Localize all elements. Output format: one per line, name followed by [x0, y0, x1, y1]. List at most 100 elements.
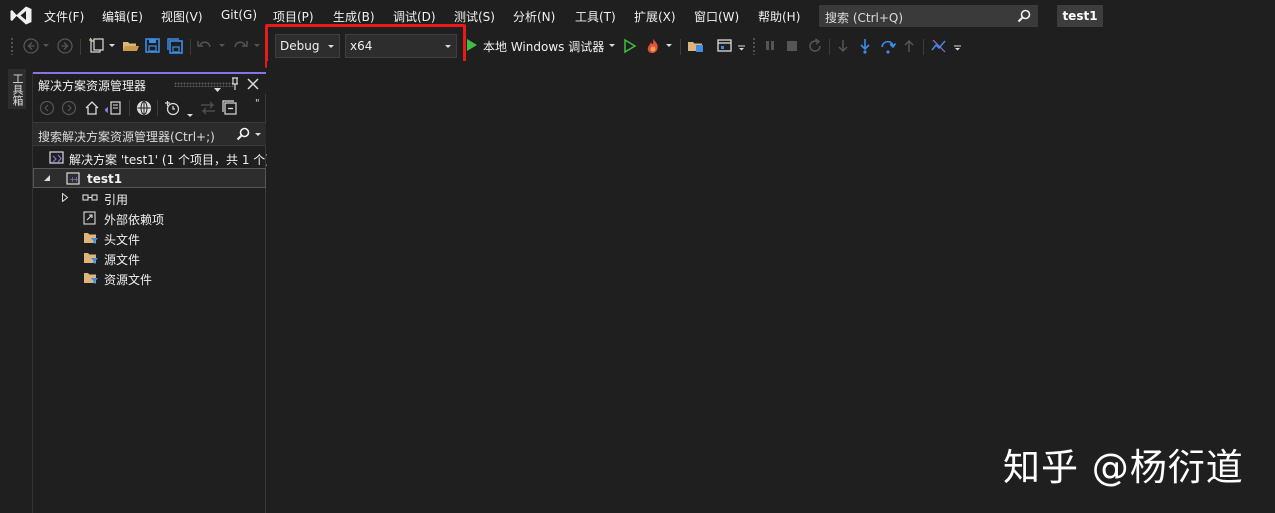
tree-item-resource-files[interactable]: 资源文件: [33, 268, 266, 288]
toolbar-grip[interactable]: [752, 37, 756, 55]
solution-explorer-toolbar: ": [33, 94, 266, 122]
solution-explorer-panel: 解决方案资源管理器 " 搜索解决方案资源管理器(Ctrl+;) 解决方案 'te…: [32, 72, 270, 513]
menu-edit[interactable]: 编辑(E): [102, 8, 143, 24]
menu-file[interactable]: 文件(F): [44, 8, 84, 24]
new-project-icon[interactable]: [88, 37, 106, 55]
chevron-down-icon: [445, 45, 451, 48]
menu-debug[interactable]: 调试(D): [393, 8, 436, 24]
pin-icon[interactable]: [230, 77, 240, 94]
show-next-statement-icon[interactable]: [836, 37, 850, 55]
menu-window[interactable]: 窗口(W): [694, 8, 739, 24]
solution-icon: [49, 151, 64, 164]
stop-icon[interactable]: [784, 37, 800, 55]
navigate-forward-icon[interactable]: [56, 37, 74, 55]
chevron-down-icon[interactable]: [219, 44, 225, 62]
tree-item-source-files[interactable]: 源文件: [33, 248, 266, 268]
chevron-down-icon[interactable]: [666, 44, 672, 62]
diagnostic-tools-icon[interactable]: [930, 37, 948, 55]
solution-name-badge[interactable]: test1: [1057, 5, 1103, 27]
menu-git[interactable]: Git(G): [221, 8, 257, 24]
start-debugging-icon[interactable]: [465, 37, 479, 55]
filter-folder-icon: [84, 273, 98, 284]
solution-platform-select[interactable]: x64: [345, 34, 457, 58]
chevron-down-icon[interactable]: [109, 44, 115, 62]
forward-icon[interactable]: [61, 100, 77, 119]
pending-changes-filter-icon[interactable]: [164, 100, 180, 119]
filter-folder-icon: [84, 233, 98, 244]
visual-studio-logo-icon[interactable]: [10, 6, 32, 25]
chevron-down-icon[interactable]: [187, 107, 193, 121]
chevron-down-icon[interactable]: [609, 44, 615, 62]
tree-item-references[interactable]: 引用: [33, 188, 266, 208]
svg-text:+: +: [73, 175, 80, 184]
external-dependencies-icon: [83, 211, 96, 225]
back-icon[interactable]: [39, 100, 55, 119]
save-icon[interactable]: [144, 37, 162, 55]
start-without-debugging-icon[interactable]: [622, 37, 638, 55]
global-search-placeholder: 搜索 (Ctrl+Q): [825, 11, 904, 25]
close-icon[interactable]: [247, 78, 259, 93]
menu-help[interactable]: 帮助(H): [758, 8, 800, 24]
toolbar-separator: [680, 39, 681, 55]
collapse-all-icon[interactable]: [222, 100, 238, 119]
watermark-text: 知乎 @杨衍道: [1003, 446, 1244, 489]
menu-extensions[interactable]: 扩展(X): [634, 8, 676, 24]
solution-label: 解决方案 'test1' (1 个项目，共 1 个): [69, 153, 270, 167]
standard-toolbar: Debug x64: [0, 31, 1275, 61]
filter-folder-icon: [84, 253, 98, 264]
tree-item-solution[interactable]: 解决方案 'test1' (1 个项目，共 1 个): [33, 148, 270, 168]
project-label: test1: [87, 172, 123, 186]
toolbar-grip[interactable]: [10, 37, 14, 55]
global-search-input[interactable]: 搜索 (Ctrl+Q): [819, 5, 1038, 27]
menu-test[interactable]: 测试(S): [454, 8, 495, 24]
solution-explorer-titlebar[interactable]: 解决方案资源管理器: [33, 72, 266, 94]
step-out-icon[interactable]: [902, 37, 916, 55]
home-icon[interactable]: [84, 100, 100, 119]
solution-explorer-title: 解决方案资源管理器: [38, 79, 147, 93]
sync-with-active-document-icon[interactable]: [199, 100, 217, 119]
navigate-back-icon[interactable]: [22, 37, 40, 55]
tree-item-external-dependencies[interactable]: 外部依赖项: [33, 208, 266, 228]
undo-icon[interactable]: [196, 37, 214, 55]
solution-explorer-search-input[interactable]: 搜索解决方案资源管理器(Ctrl+;): [33, 122, 266, 146]
left-dock-strip: 工具箱: [0, 61, 32, 513]
menu-project[interactable]: 项目(P): [273, 8, 314, 24]
search-icon[interactable]: [236, 127, 250, 141]
menu-tools[interactable]: 工具(T): [575, 8, 616, 24]
menu-analyze[interactable]: 分析(N): [513, 8, 555, 24]
tree-item-header-files[interactable]: 头文件: [33, 228, 266, 248]
restart-icon[interactable]: [806, 37, 824, 55]
hot-reload-icon[interactable]: [644, 37, 662, 55]
more-options-icon[interactable]: ": [255, 98, 260, 109]
solution-platform-value: x64: [350, 39, 373, 53]
titlebar-grip: [174, 82, 234, 87]
menu-build[interactable]: 生成(B): [333, 8, 375, 24]
pause-icon[interactable]: [762, 37, 778, 55]
expanded-triangle-icon[interactable]: [44, 175, 51, 182]
chevron-down-icon[interactable]: [254, 44, 260, 62]
cpp-project-icon: + +: [66, 172, 80, 185]
references-icon: [82, 194, 98, 201]
menu-view[interactable]: 视图(V): [161, 8, 203, 24]
open-folder-icon[interactable]: [122, 37, 140, 55]
tree-item-project[interactable]: + + test1: [33, 168, 266, 188]
step-over-icon[interactable]: [879, 37, 897, 55]
toolbar-separator: [129, 100, 130, 116]
references-label: 引用: [104, 193, 129, 207]
web-globe-icon[interactable]: [136, 100, 152, 119]
local-windows-debugger-button[interactable]: 本地 Windows 调试器: [483, 38, 604, 55]
step-into-icon[interactable]: [858, 37, 872, 55]
switch-views-icon[interactable]: [104, 100, 122, 119]
open-in-explorer-icon[interactable]: [687, 37, 705, 55]
source-files-label: 源文件: [104, 253, 141, 267]
chevron-down-icon[interactable]: [255, 133, 261, 136]
save-all-icon[interactable]: [166, 37, 184, 55]
collapsed-triangle-icon[interactable]: [62, 193, 68, 202]
resource-files-label: 资源文件: [104, 273, 153, 287]
chevron-down-icon[interactable]: [43, 44, 49, 62]
toolbox-tab[interactable]: 工具箱: [8, 69, 26, 109]
chevron-down-icon: [328, 45, 334, 48]
redo-icon[interactable]: [231, 37, 249, 55]
window-layout-icon[interactable]: [716, 37, 734, 55]
solution-configuration-select[interactable]: Debug: [275, 34, 340, 58]
